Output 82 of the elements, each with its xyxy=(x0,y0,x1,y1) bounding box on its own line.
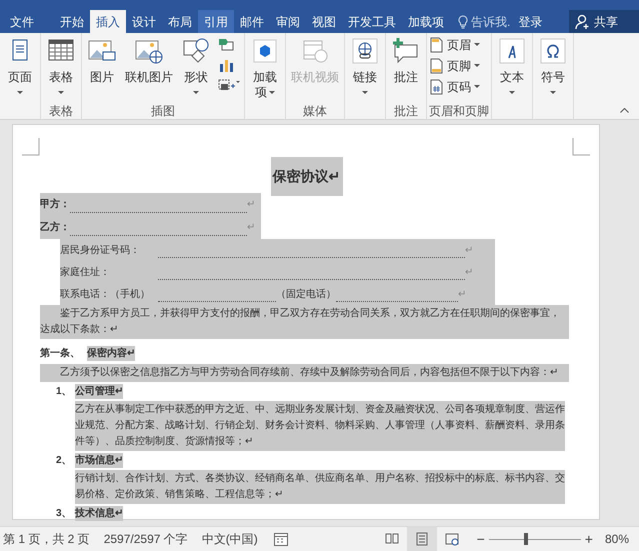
lightbulb-icon xyxy=(458,14,468,28)
zoom-level[interactable]: 80% xyxy=(604,530,629,548)
list-heading: 市场信息↵ xyxy=(75,453,123,468)
screenshot-icon[interactable] xyxy=(218,78,240,92)
menu-tab[interactable]: 开发工具 xyxy=(342,10,402,33)
paragraph-mark: ↵ xyxy=(247,221,255,235)
ribbon-button[interactable]: 表格 xyxy=(43,36,79,102)
list-heading: 技术信息↵ xyxy=(75,506,123,521)
menu-tab[interactable]: 布局 xyxy=(162,10,198,33)
field-label: 家庭住址： xyxy=(60,266,111,280)
web-page-icon xyxy=(444,531,460,547)
menu-tab[interactable]: 邮件 xyxy=(234,10,270,33)
zoom-in-button[interactable]: + xyxy=(584,528,593,550)
ribbon-button[interactable]: 页眉 xyxy=(429,36,480,54)
page-icon xyxy=(414,531,430,547)
paragraph-mark: ↵ xyxy=(465,244,473,258)
ribbon-button[interactable]: 链接 xyxy=(347,36,383,102)
body-paragraph: 乙方须予以保密之信息指乙方与甲方劳动合同存续前、存续中及解除劳动合同后，内容包括但不限于以下内容：↵ xyxy=(40,364,569,382)
ribbon-button[interactable]: 批注 xyxy=(388,36,424,102)
group-label: 批注 xyxy=(394,102,418,120)
zoom-slider[interactable] xyxy=(488,533,581,545)
body-paragraph: 鉴于乙方系甲方员工，并获得甲方支付的报酬，甲乙双方存在劳动合同关系，双方就乙方在任职期间的保密事宜，达成以下条款：↵ xyxy=(40,305,569,339)
ribbon-button[interactable]: 文本 xyxy=(494,36,530,102)
group-label: 媒体 xyxy=(303,102,327,120)
slider-thumb[interactable] xyxy=(524,533,528,545)
page-count: 第 1 页，共 2 页 xyxy=(3,531,90,548)
list-number: 1、 xyxy=(56,385,73,399)
field-label: （固定电话） xyxy=(276,288,336,302)
list-number: 3、 xyxy=(56,507,73,521)
letter-icon xyxy=(497,36,527,66)
corner-mark xyxy=(572,138,590,156)
tell-me-field[interactable]: 告诉我. xyxy=(458,10,510,33)
ribbon-button[interactable]: 页面 xyxy=(2,36,38,102)
word-count[interactable]: 2597/2597 个字 xyxy=(104,530,188,548)
document-title: 保密协议↵ xyxy=(270,157,342,196)
list-heading: 公司管理↵ xyxy=(75,384,123,399)
field-label: 居民身份证号码： xyxy=(60,244,141,258)
ribbon-button[interactable]: 加载 项 xyxy=(247,36,283,102)
bar-chart-icon[interactable] xyxy=(218,58,234,72)
paragraph-mark: ↵ xyxy=(465,266,473,280)
group-label: 表格 xyxy=(49,102,73,120)
menu-tab[interactable]: 加载项 xyxy=(402,10,450,33)
menu-tab[interactable]: 引用 xyxy=(198,10,234,33)
macro-record-icon[interactable] xyxy=(274,532,288,546)
omega-icon xyxy=(538,36,568,66)
menu-tab[interactable]: 开始 xyxy=(54,10,90,33)
article-heading: 保密内容↵ xyxy=(87,346,135,361)
person-add-icon xyxy=(575,14,591,30)
zoom-out-button[interactable]: − xyxy=(476,528,485,550)
field-label: 乙方： xyxy=(40,220,70,235)
ribbon-button[interactable]: 形状 xyxy=(178,36,214,102)
page-number-icon xyxy=(429,79,444,95)
menu-tab[interactable]: 视图 xyxy=(306,10,342,33)
globe-link-icon xyxy=(350,36,380,66)
ribbon-button[interactable]: 符号 xyxy=(535,36,571,102)
smartart-icon[interactable] xyxy=(218,38,234,52)
menu-tab[interactable]: 设计 xyxy=(126,10,162,33)
field-label: 甲方： xyxy=(40,197,70,212)
ribbon-button[interactable]: 图片 xyxy=(84,36,120,102)
page-footer-icon xyxy=(429,58,444,74)
view-button[interactable] xyxy=(406,527,437,551)
body-paragraph: 行销计划、合作计划、方式、各类协议、经销商名单、供应商名单、用户名称、招投标中的标底、标书内容、交易价格、定价政策、销售策略、工程信息等；↵ xyxy=(75,470,565,504)
ribbon-button[interactable]: 页脚 xyxy=(429,57,480,75)
field-label: 联系电话：（手机） xyxy=(60,288,151,302)
login-link[interactable]: 登录 xyxy=(518,10,542,33)
ribbon-button[interactable]: 联机图片 xyxy=(122,36,176,102)
ribbon-button[interactable]: 页码 xyxy=(429,78,480,96)
body-paragraph: 乙方在从事制定工作中获悉的甲方之近、中、远期业务发展计划、资金及融资状况、公司各项规章制度、营运作业规范、分配方案、战略计划、行销企划、财务会计资料、物料采购、人事管理（人事资料、薪酬资料、录用条件等）、品质控制制度、货源情报等；↵ xyxy=(75,401,565,451)
share-button[interactable]: 共享 xyxy=(569,10,639,33)
menu-tab[interactable]: 审阅 xyxy=(270,10,306,33)
paragraph-mark: ↵ xyxy=(247,198,255,212)
group-label: 插图 xyxy=(151,102,175,120)
collapse-ribbon-icon[interactable] xyxy=(620,108,629,113)
list-number: 2、 xyxy=(56,454,73,468)
language-indicator[interactable]: 中文(中国) xyxy=(202,530,258,548)
corner-mark xyxy=(22,138,40,156)
menu-tab[interactable]: 插入 xyxy=(90,10,126,33)
article-number: 第一条、 xyxy=(40,346,81,361)
page-header-icon xyxy=(429,37,444,53)
paragraph-mark: ↵ xyxy=(458,288,466,302)
group-label: 页眉和页脚 xyxy=(429,102,489,120)
menu-tab[interactable]: 文件 xyxy=(0,10,44,33)
